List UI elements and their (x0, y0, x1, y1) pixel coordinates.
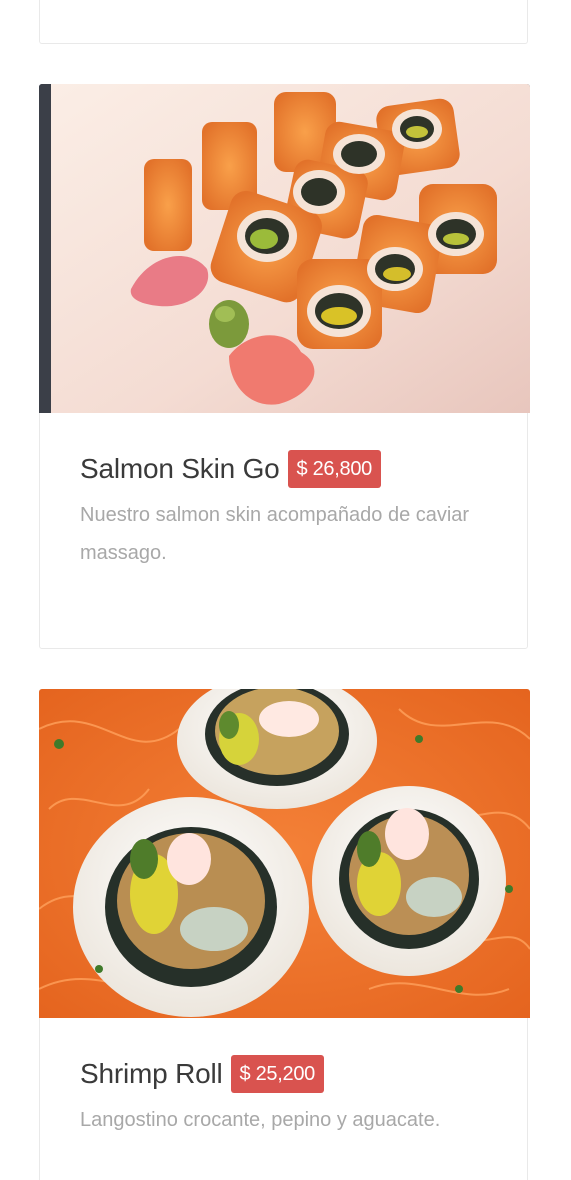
dish-photo-salmon-skin-go (39, 84, 530, 413)
dish-title-row: Shrimp Roll $ 25,200 (80, 1055, 487, 1093)
dish-title-row: Salmon Skin Go $ 26,800 (80, 450, 487, 488)
price-badge: $ 25,200 (230, 1055, 324, 1093)
dish-name: Shrimp Roll (80, 1058, 223, 1089)
dish-description: Langostino crocante, pepino y aguacate. (80, 1109, 441, 1131)
menu-card[interactable]: Shrimp Roll $ 25,200 Langostino crocante… (39, 689, 530, 1180)
dish-name: Salmon Skin Go (80, 453, 280, 484)
dish-info: Shrimp Roll $ 25,200 Langostino crocante… (80, 1055, 487, 1139)
dish-description: Nuestro salmon skin acompañado de caviar… (80, 504, 470, 564)
price-badge: $ 26,800 (287, 450, 381, 488)
menu-card-previous (39, 0, 528, 44)
dish-photo-shrimp-roll (39, 689, 530, 1018)
dish-info: Salmon Skin Go $ 26,800 Nuestro salmon s… (80, 450, 487, 572)
menu-card[interactable]: Salmon Skin Go $ 26,800 Nuestro salmon s… (39, 84, 530, 649)
